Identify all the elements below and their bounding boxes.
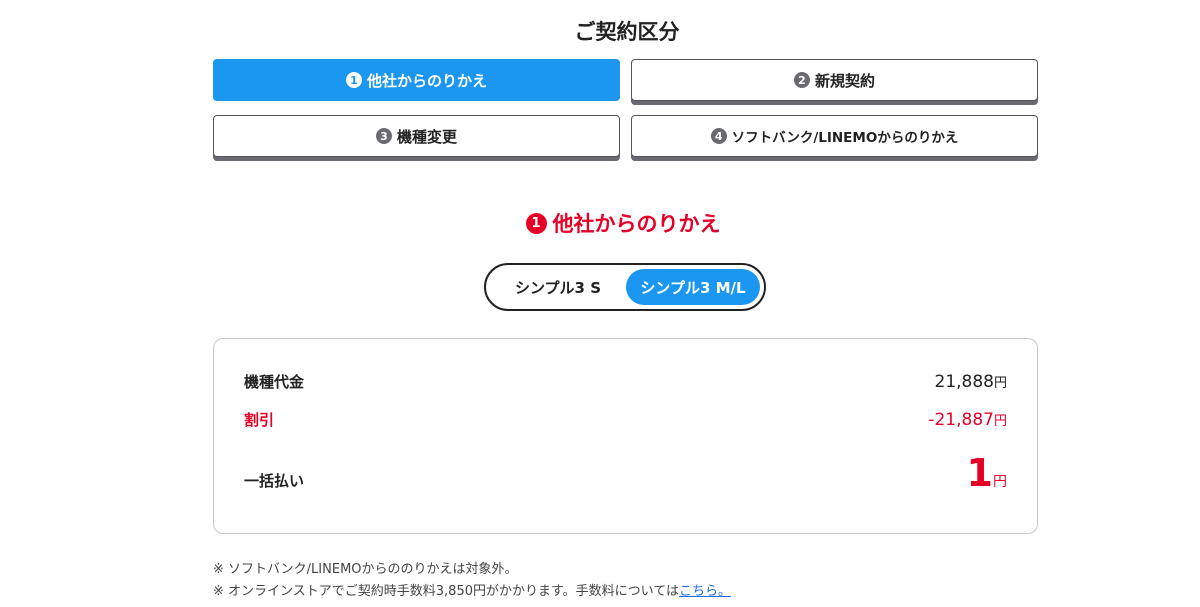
tab-softbank-linemo[interactable]: 4 ソフトバンク/LINEMOからのりかえ: [631, 115, 1038, 157]
device-price-value: 21,888: [934, 372, 994, 392]
plan-toggle: シンプル3 S シンプル3 M/L: [484, 263, 766, 311]
total-label: 一括払い: [244, 472, 305, 490]
tab-device-change[interactable]: 3 機種変更: [213, 115, 620, 157]
tab-new-contract[interactable]: 2 新規契約: [631, 59, 1038, 101]
tab-label: 他社からのりかえ: [366, 71, 487, 90]
price-card: 機種代金 21,888円 割引 -21,887円 一括払い 1円: [213, 338, 1038, 534]
discount-row: 割引 -21,887円: [244, 409, 1007, 430]
number-1-icon: 1: [345, 72, 362, 88]
section-heading-label: 他社からのりかえ: [552, 212, 721, 236]
discount-label: 割引: [244, 411, 275, 429]
note-excluded: ※ ソフトバンク/LINEMOからののりかえは対象外。: [213, 562, 518, 577]
currency-label: 円: [993, 376, 1007, 391]
tab-label: ソフトバンク/LINEMOからのりかえ: [731, 130, 959, 146]
note-fee-text: ※ オンラインストアでご契約時手数料3,850円がかかります。手数料については: [213, 584, 680, 599]
discount-value: -21,887: [928, 410, 994, 430]
device-price-label: 機種代金: [244, 373, 305, 391]
device-price-row: 機種代金 21,888円: [244, 371, 1007, 392]
fee-details-link[interactable]: こちら。: [679, 584, 731, 599]
section-heading: 1 他社からのりかえ: [0, 208, 1200, 238]
number-1-icon: 1: [525, 212, 547, 234]
number-3-icon: 3: [375, 128, 392, 144]
currency-label: 円: [993, 414, 1007, 429]
total-row: 一括払い 1円: [244, 451, 1007, 495]
page-title: ご契約区分: [574, 20, 680, 44]
plan-option-simple3-ml[interactable]: シンプル3 M/L: [625, 269, 760, 305]
number-4-icon: 4: [710, 128, 727, 144]
number-2-icon: 2: [793, 72, 810, 88]
tab-label: 機種変更: [396, 127, 457, 146]
total-value: 1: [966, 451, 993, 495]
tab-other-carrier[interactable]: 1 他社からのりかえ: [213, 59, 620, 101]
currency-label: 円: [993, 474, 1007, 490]
tab-label: 新規契約: [814, 71, 875, 90]
note-fee: ※ オンラインストアでご契約時手数料3,850円がかかります。手数料についてはこ…: [213, 580, 731, 599]
plan-option-simple3-s[interactable]: シンプル3 S: [490, 269, 626, 305]
